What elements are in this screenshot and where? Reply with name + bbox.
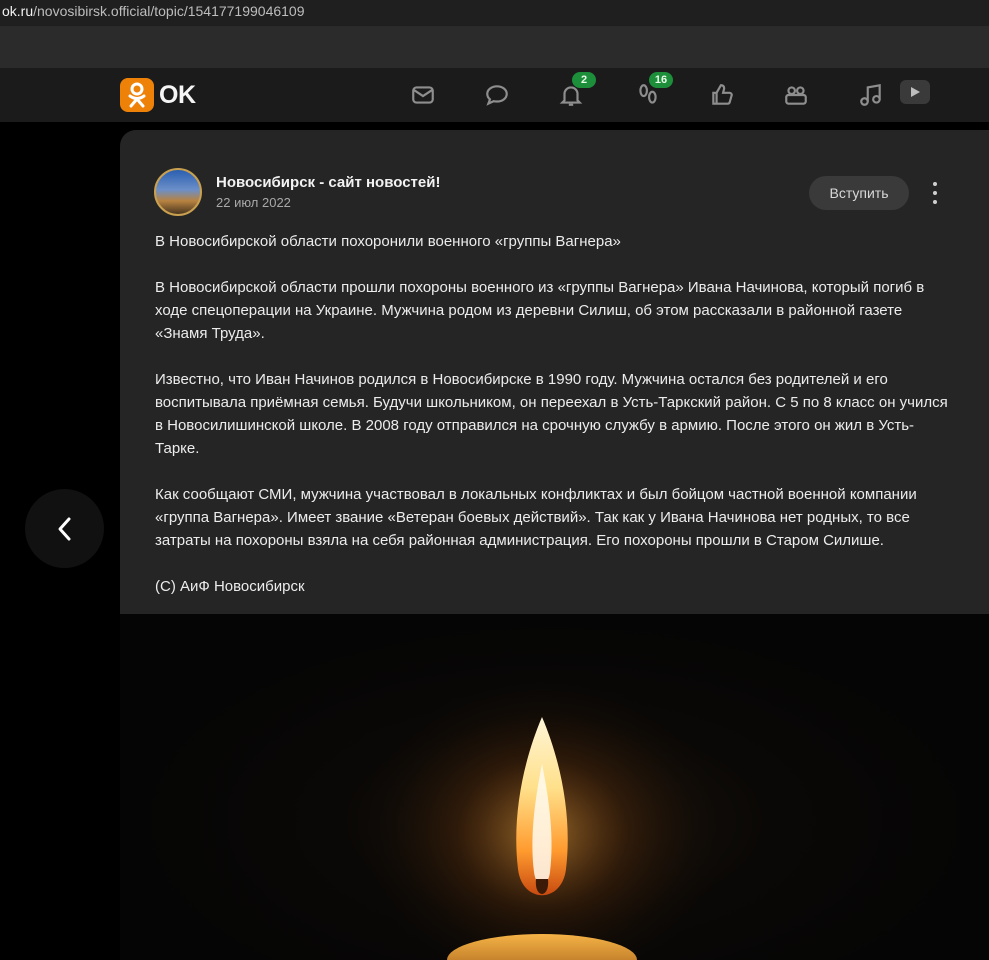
video-icon[interactable] — [900, 80, 930, 104]
url-path: /novosibirsk.official/topic/154177199046… — [33, 3, 305, 19]
address-bar[interactable]: ok.ru/novosibirsk.official/topic/1541771… — [0, 0, 989, 27]
post-text: В Новосибирской области похоронили военн… — [155, 230, 955, 621]
post-paragraph: В Новосибирской области похоронили военн… — [155, 233, 621, 250]
more-options-icon[interactable] — [926, 182, 944, 204]
post-card: Новосибирск - сайт новостей! 22 июл 2022… — [120, 130, 989, 614]
logo-text: OK — [159, 80, 196, 109]
guests-icon[interactable]: 16 — [633, 72, 673, 110]
messages-icon[interactable] — [408, 80, 438, 110]
likes-icon[interactable] — [707, 80, 737, 110]
post-paragraph: Как сообщают СМИ, мужчина участвовал в л… — [155, 486, 917, 549]
ok-logo-icon — [120, 78, 154, 112]
post-paragraph: (C) АиФ Новосибирск — [155, 578, 305, 595]
notifications-icon[interactable]: 2 — [556, 72, 596, 110]
notifications-count: 2 — [572, 72, 596, 88]
music-icon[interactable] — [856, 80, 886, 110]
browser-toolbar — [0, 27, 989, 69]
friends-icon[interactable] — [781, 80, 811, 110]
post-image-candle[interactable] — [120, 614, 989, 960]
post-paragraph: В Новосибирской области прошли похороны … — [155, 279, 925, 342]
join-button[interactable]: Вступить — [809, 176, 909, 210]
post-date: 22 июл 2022 — [216, 195, 291, 210]
group-name[interactable]: Новосибирск - сайт новостей! — [216, 174, 440, 191]
url-host: ok.ru — [2, 3, 34, 19]
guests-count: 16 — [649, 72, 673, 88]
discussions-icon[interactable] — [482, 80, 512, 110]
top-navigation: OK 2 16 — [0, 68, 989, 122]
back-button[interactable] — [25, 489, 104, 568]
post-paragraph: Известно, что Иван Начинов родился в Нов… — [155, 371, 948, 457]
group-avatar[interactable] — [154, 168, 202, 216]
ok-logo[interactable]: OK — [120, 78, 196, 112]
chevron-left-icon — [58, 517, 70, 540]
